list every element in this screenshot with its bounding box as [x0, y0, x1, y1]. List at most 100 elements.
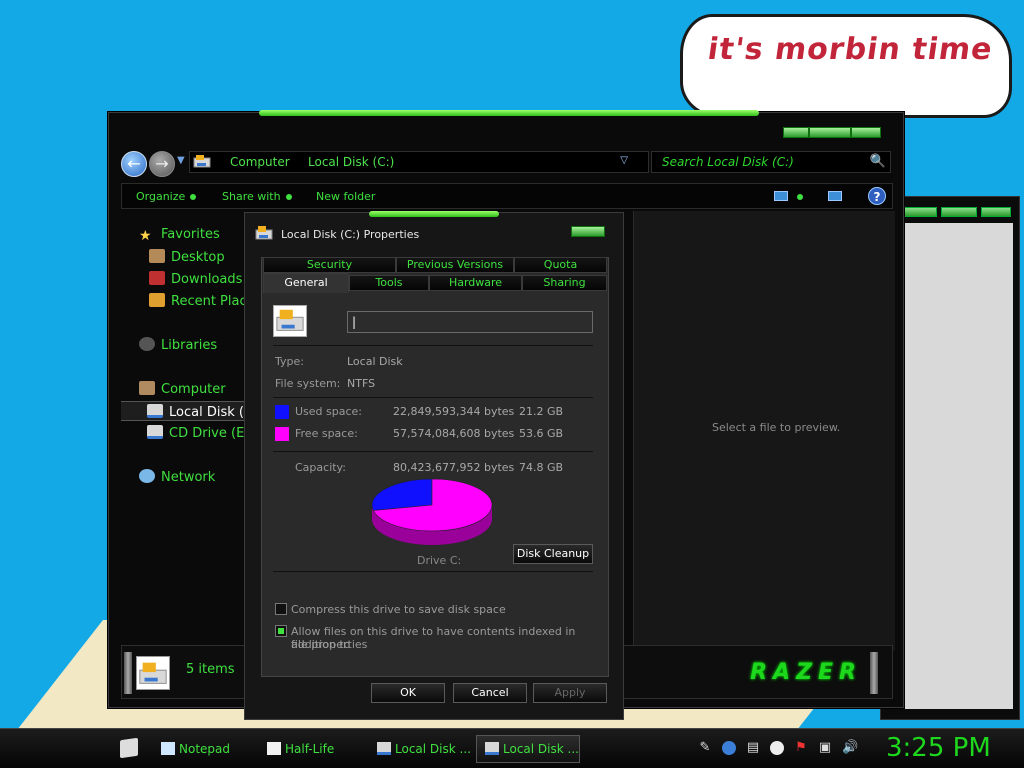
tab-general[interactable]: General	[263, 273, 349, 293]
desktop-icon	[149, 249, 165, 263]
organize-button[interactable]: Organize	[136, 190, 197, 203]
drive-icon	[255, 226, 273, 240]
change-view-icon[interactable]	[774, 191, 788, 201]
task-local-disk-1[interactable]: Local Disk ...	[368, 735, 472, 763]
task-notepad[interactable]: Notepad	[152, 735, 252, 763]
free-space-swatch	[275, 427, 289, 441]
view-options-dot-icon[interactable]	[797, 194, 803, 200]
preview-message: Select a file to preview.	[712, 421, 841, 434]
nav-local-disk[interactable]: Local Disk (C:)	[121, 401, 249, 421]
downloads-icon	[149, 271, 165, 285]
recent-pages-chevron-icon[interactable]: ▼	[177, 155, 185, 166]
drive-icon	[147, 404, 163, 418]
preview-pane-icon[interactable]	[828, 191, 842, 201]
ok-button[interactable]: OK	[371, 683, 445, 703]
preview-pane: Select a file to preview.	[633, 211, 895, 651]
divider	[273, 345, 593, 346]
disk-usage-pie-chart	[371, 478, 493, 545]
document-icon	[267, 742, 281, 755]
back-arrow-icon[interactable]: ←	[121, 151, 147, 177]
address-bar[interactable]: Computer Local Disk (C:) ▽ ⇆	[189, 151, 670, 173]
maximize-button[interactable]	[941, 207, 977, 217]
free-space-label: Free space:	[295, 427, 358, 440]
task-half-life[interactable]: Half-Life	[258, 735, 362, 763]
used-space-label: Used space:	[295, 405, 363, 418]
free-space-gb: 53.6 GB	[519, 427, 564, 440]
item-count: 5 items	[186, 662, 235, 677]
drive-tray-icon[interactable]: ▤	[746, 741, 760, 755]
action-center-flag-icon[interactable]: ⚑	[794, 741, 808, 755]
drive-icon	[485, 742, 499, 755]
minimize-button[interactable]	[901, 207, 937, 217]
divider	[273, 397, 593, 398]
drive-icon	[273, 305, 307, 337]
new-folder-button[interactable]: New folder	[316, 190, 375, 203]
network-status-icon[interactable]: ▣	[818, 741, 832, 755]
messenger-icon[interactable]	[770, 741, 784, 755]
search-icon[interactable]: 🔍	[870, 154, 886, 169]
cd-drive-icon	[147, 425, 163, 439]
computer-icon	[139, 381, 155, 395]
filesystem-label: File system:	[275, 377, 341, 390]
free-space-bytes: 57,574,084,608 bytes	[393, 427, 515, 440]
maximize-button[interactable]	[809, 127, 851, 138]
compress-checkbox[interactable]	[275, 603, 287, 615]
breadcrumb-local-disk[interactable]: Local Disk (C:)	[308, 155, 394, 169]
tab-tools[interactable]: Tools	[349, 275, 429, 291]
tab-sharing[interactable]: Sharing	[522, 275, 607, 291]
drive-label-input[interactable]: |	[347, 311, 593, 333]
tab-previous-versions[interactable]: Previous Versions	[396, 257, 514, 273]
used-space-swatch	[275, 405, 289, 419]
breadcrumb-computer[interactable]: Computer	[230, 155, 290, 169]
used-space-gb: 21.2 GB	[519, 405, 564, 418]
index-checkbox[interactable]	[275, 625, 287, 637]
tab-hardware[interactable]: Hardware	[429, 275, 522, 291]
recent-places-icon	[149, 293, 165, 307]
task-local-disk-2[interactable]: Local Disk ...	[476, 735, 580, 763]
network-icon	[139, 469, 155, 483]
network-globe-icon[interactable]	[722, 741, 736, 755]
clock[interactable]: 3:25 PM	[886, 733, 991, 763]
capacity-bytes: 80,423,677,952 bytes	[393, 461, 515, 474]
type-label: Type:	[275, 355, 304, 368]
apply-button[interactable]: Apply	[533, 683, 607, 703]
dropdown-dot-icon	[190, 194, 197, 200]
libraries-icon	[139, 337, 155, 351]
navigation-pane: ★Favorites Desktop Downloads Recent Plac…	[121, 217, 254, 637]
dialog-glow	[369, 211, 499, 217]
razer-logo: RAZER	[750, 660, 862, 685]
nav-recent-places[interactable]: Recent Places	[149, 291, 249, 311]
tab-security[interactable]: Security	[263, 257, 396, 273]
share-with-button[interactable]: Share with	[222, 190, 292, 203]
type-value: Local Disk	[347, 355, 403, 368]
disk-cleanup-button[interactable]: Disk Cleanup	[513, 544, 593, 564]
used-space-bytes: 22,849,593,344 bytes	[393, 405, 515, 418]
drive-icon	[193, 155, 211, 168]
address-dropdown-icon[interactable]: ▽	[620, 155, 628, 166]
search-placeholder: Search Local Disk (C:)	[662, 155, 794, 169]
cancel-button[interactable]: Cancel	[453, 683, 527, 703]
details-handle-left[interactable]	[124, 652, 132, 694]
help-icon[interactable]: ?	[868, 187, 886, 205]
drive-icon	[136, 656, 170, 690]
compress-label: Compress this drive to save disk space	[291, 603, 506, 616]
speech-bubble-text: it's morbin time	[705, 32, 996, 67]
volume-icon[interactable]: 🔊	[842, 741, 858, 755]
command-bar: Organize Share with New folder ?	[121, 183, 893, 209]
minimize-button[interactable]	[783, 127, 809, 138]
close-button[interactable]	[571, 226, 605, 237]
pen-icon[interactable]: ✎	[698, 741, 712, 755]
start-button[interactable]	[120, 737, 138, 759]
close-button[interactable]	[981, 207, 1011, 217]
index-label-line2: file properties	[291, 638, 368, 651]
dialog-title: Local Disk (C:) Properties	[281, 228, 420, 241]
tab-quota[interactable]: Quota	[514, 257, 607, 273]
forward-arrow-icon[interactable]: →	[149, 151, 175, 177]
pie-caption: Drive C:	[417, 554, 462, 567]
filesystem-value: NTFS	[347, 377, 376, 390]
properties-dialog: Local Disk (C:) Properties Security Prev…	[244, 211, 624, 720]
dropdown-dot-icon	[285, 194, 292, 200]
close-button[interactable]	[851, 127, 881, 138]
search-input[interactable]: Search Local Disk (C:) 🔍	[651, 151, 891, 173]
details-handle-right[interactable]	[870, 652, 878, 694]
